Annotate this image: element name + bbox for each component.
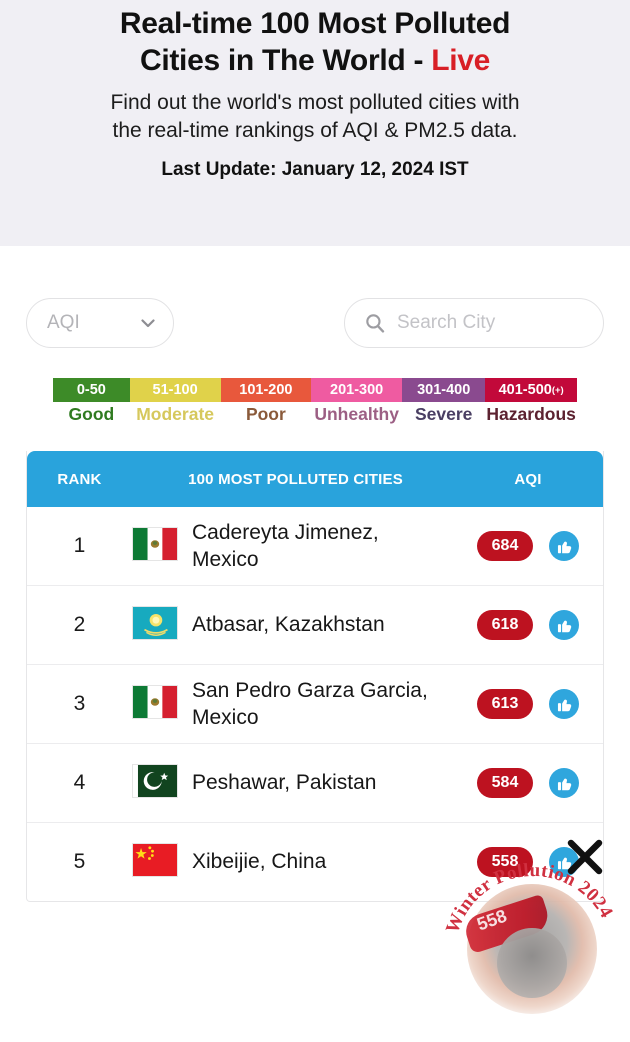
cell-aqi: 584 — [453, 768, 603, 798]
city-name: Atbasar, Kazakhstan — [192, 613, 385, 637]
legend-segment-unhealthy: 201-300 — [311, 378, 403, 402]
china-flag — [132, 842, 178, 882]
live-badge-text: Live — [431, 43, 491, 77]
legend-segment-moderate: 51-100 — [129, 378, 221, 402]
page-subtitle: Find out the world's most polluted citie… — [18, 89, 612, 144]
column-header-aqi: AQI — [514, 470, 542, 488]
city-name: San Pedro Garza Garcia, Mexico — [192, 678, 428, 729]
cell-rank: 3 — [73, 692, 86, 715]
cell-city: Peshawar, Pakistan — [132, 763, 453, 803]
aqi-legend-labels: Good Moderate Poor Unhealthy Severe Hazardous — [53, 404, 577, 425]
aqi-badge: 684 — [477, 531, 533, 561]
search-input-placeholder[interactable]: Search City — [397, 312, 495, 334]
legend-label-hazardous: Hazardous — [486, 404, 576, 424]
pakistan-flag — [132, 763, 178, 803]
table-row[interactable]: 4 Peshawar, Pakistan 584 — [27, 744, 603, 823]
city-name: Cadereyta Jimenez, Mexico — [192, 520, 379, 571]
page-header: Real-time 100 Most Polluted Cities in Th… — [0, 0, 630, 246]
polluted-cities-table: RANK 100 MOST POLLUTED CITIES AQI 1 Cader… — [26, 451, 604, 902]
cell-rank: 4 — [73, 771, 86, 794]
thumbs-up-icon[interactable] — [549, 689, 579, 719]
cell-aqi: 618 — [453, 610, 603, 640]
filter-controls: AQI Search City — [0, 246, 630, 348]
cell-city: Xibeijie, China — [132, 842, 453, 882]
legend-label-unhealthy: Unhealthy — [314, 404, 399, 424]
legend-segment-severe: 301-400 — [402, 378, 486, 402]
aqi-badge: 618 — [477, 610, 533, 640]
page-title: Real-time 100 Most Polluted Cities in Th… — [18, 6, 612, 79]
table-body: 1 Cadereyta Jimenez, Mexico 684 2 Atbasar, K… — [27, 507, 603, 901]
watermark-obscured-number: 558 — [474, 905, 510, 935]
cell-city: San Pedro Garza Garcia, Mexico — [132, 677, 453, 732]
mexico-flag — [132, 684, 178, 724]
table-row[interactable]: 3 San Pedro Garza Garcia, Mexico 613 — [27, 665, 603, 744]
last-update-text: Last Update: January 12, 2024 IST — [161, 158, 469, 180]
cell-rank: 1 — [73, 534, 86, 557]
cell-rank: 2 — [73, 613, 86, 636]
cell-aqi: 613 — [453, 689, 603, 719]
mexico-flag — [132, 526, 178, 566]
column-header-rank: RANK — [57, 470, 102, 488]
search-icon — [365, 313, 385, 333]
cell-city: Cadereyta Jimenez, Mexico — [132, 519, 453, 574]
city-name: Peshawar, Pakistan — [192, 771, 377, 795]
cell-city: Atbasar, Kazakhstan — [132, 605, 453, 645]
kazakhstan-flag — [132, 605, 178, 645]
table-row[interactable]: 1 Cadereyta Jimenez, Mexico 684 — [27, 507, 603, 586]
chevron-down-icon — [141, 317, 155, 330]
page-title-line2: Cities in The World — [139, 43, 406, 77]
legend-segment-poor: 101-200 — [220, 378, 312, 402]
thumbs-up-icon[interactable] — [549, 531, 579, 561]
legend-label-moderate: Moderate — [136, 404, 215, 424]
table-row[interactable]: 2 Atbasar, Kazakhstan 618 — [27, 586, 603, 665]
legend-segment-hazardous: 401-500 (+) — [485, 378, 577, 402]
column-header-city: 100 MOST POLLUTED CITIES — [188, 470, 403, 488]
thumbs-up-icon[interactable] — [549, 610, 579, 640]
table-header-row: RANK 100 MOST POLLUTED CITIES AQI — [27, 451, 603, 507]
thumbs-up-icon[interactable] — [549, 847, 579, 877]
cell-aqi: 684 — [453, 531, 603, 561]
title-dash: - — [413, 43, 424, 77]
page-subtitle-line2: the real-time rankings of AQI & PM2.5 da… — [112, 118, 518, 142]
thumbs-up-icon[interactable] — [549, 768, 579, 798]
page-title-line1: Real-time 100 Most Polluted — [119, 7, 511, 40]
legend-segment-good: 0-50 — [53, 378, 130, 402]
search-city-box[interactable]: Search City — [344, 298, 604, 348]
city-name: Xibeijie, China — [192, 850, 327, 874]
legend-label-good: Good — [68, 404, 115, 424]
aqi-legend: 0-50 51-100 101-200 201-300 301-400 401-500 (+… — [53, 378, 577, 425]
aqi-badge: 584 — [477, 768, 533, 798]
cell-aqi: 558 — [453, 847, 603, 877]
legend-label-poor: Poor — [245, 404, 286, 424]
aqi-legend-bar: 0-50 51-100 101-200 201-300 301-400 401-500 (+… — [53, 378, 577, 402]
aqi-badge: 613 — [477, 689, 533, 719]
aqi-filter-dropdown[interactable]: AQI — [26, 298, 174, 348]
page-subtitle-line1: Find out the world's most polluted citie… — [110, 91, 520, 115]
aqi-badge: 558 — [477, 847, 533, 877]
aqi-filter-value: AQI — [47, 312, 80, 333]
table-row[interactable]: 5 Xibeijie, China 558 — [27, 823, 603, 901]
legend-label-severe: Severe — [414, 404, 473, 424]
cell-rank: 5 — [73, 850, 86, 873]
